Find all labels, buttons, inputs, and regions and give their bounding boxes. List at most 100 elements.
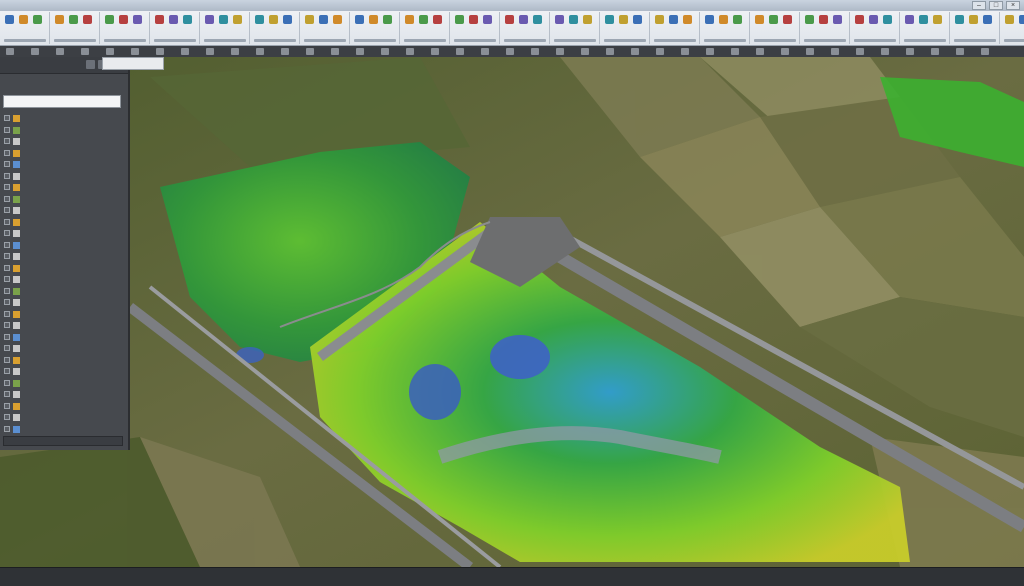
layer-item[interactable]	[4, 228, 124, 240]
toolbar-tool-icon[interactable]	[706, 48, 714, 55]
close-button[interactable]: ×	[1006, 1, 1020, 10]
toolbar-tool-icon[interactable]	[356, 48, 364, 55]
layer-visibility-checkbox[interactable]	[4, 172, 10, 179]
toolbar-tool-icon[interactable]	[506, 48, 514, 55]
toolbar-tool-icon[interactable]	[106, 48, 114, 55]
toolbar-tool-icon[interactable]	[306, 48, 314, 55]
toolbar-tool-icon[interactable]	[806, 48, 814, 55]
ribbon-tool-icon[interactable]	[1005, 15, 1014, 24]
layer-item[interactable]	[4, 343, 124, 355]
layer-visibility-checkbox[interactable]	[4, 126, 10, 133]
layer-item[interactable]	[4, 366, 124, 378]
ribbon-tool-icon[interactable]	[633, 15, 642, 24]
ribbon-group[interactable]	[252, 12, 300, 44]
ribbon-tool-icon[interactable]	[483, 15, 492, 24]
layer-item[interactable]	[4, 412, 124, 424]
ribbon-tool-icon[interactable]	[919, 15, 928, 24]
ribbon-tool-icon[interactable]	[283, 15, 292, 24]
layer-item[interactable]	[4, 263, 124, 275]
layer-visibility-checkbox[interactable]	[4, 264, 10, 271]
layer-visibility-checkbox[interactable]	[4, 391, 10, 397]
ribbon-tool-icon[interactable]	[705, 15, 714, 24]
ribbon-tool-icon[interactable]	[505, 15, 514, 24]
toolbar-tool-icon[interactable]	[481, 48, 489, 55]
ribbon-group[interactable]	[1002, 12, 1024, 44]
toolbar-tool-icon[interactable]	[206, 48, 214, 55]
layer-search-input[interactable]	[3, 95, 121, 108]
layer-visibility-checkbox[interactable]	[4, 299, 10, 305]
layer-item[interactable]	[4, 182, 124, 194]
ribbon-tool-icon[interactable]	[983, 15, 992, 24]
ribbon-tool-icon[interactable]	[5, 15, 14, 24]
layer-item[interactable]	[4, 297, 124, 309]
layer-item[interactable]	[4, 125, 124, 137]
toolbar-tool-icon[interactable]	[31, 48, 39, 55]
toolbar-tool-icon[interactable]	[131, 48, 139, 55]
layer-item[interactable]	[4, 251, 124, 263]
ribbon-tool-icon[interactable]	[655, 15, 664, 24]
layer-visibility-checkbox[interactable]	[4, 241, 10, 248]
layer-item[interactable]	[4, 113, 124, 125]
ribbon-tool-icon[interactable]	[719, 15, 728, 24]
ribbon-group[interactable]	[352, 12, 400, 44]
map-canvas[interactable]	[0, 57, 1024, 567]
toolbar-tool-icon[interactable]	[406, 48, 414, 55]
toolbar-tool-icon[interactable]	[556, 48, 564, 55]
toolbar-tool-icon[interactable]	[256, 48, 264, 55]
toolbar-tool-icon[interactable]	[81, 48, 89, 55]
layer-item[interactable]	[4, 320, 124, 332]
ribbon-tool-icon[interactable]	[969, 15, 978, 24]
toolbar-tool-icon[interactable]	[881, 48, 889, 55]
toolbar-tool-icon[interactable]	[56, 48, 64, 55]
layer-visibility-checkbox[interactable]	[4, 207, 10, 213]
layer-visibility-checkbox[interactable]	[4, 368, 10, 374]
layer-visibility-checkbox[interactable]	[4, 310, 10, 317]
layer-item[interactable]	[4, 355, 124, 367]
ribbon-tool-icon[interactable]	[133, 15, 142, 24]
layer-item[interactable]	[4, 136, 124, 148]
ribbon-tool-icon[interactable]	[383, 15, 392, 24]
ribbon-group[interactable]	[602, 12, 650, 44]
layer-item[interactable]	[4, 205, 124, 217]
layer-item[interactable]	[4, 159, 124, 171]
ribbon-group[interactable]	[402, 12, 450, 44]
ribbon-tool-icon[interactable]	[183, 15, 192, 24]
ribbon-tool-icon[interactable]	[683, 15, 692, 24]
layer-visibility-checkbox[interactable]	[4, 345, 10, 351]
ribbon-tool-icon[interactable]	[33, 15, 42, 24]
toolbar-tool-icon[interactable]	[681, 48, 689, 55]
ribbon-tool-icon[interactable]	[569, 15, 578, 24]
toolbar-tool-icon[interactable]	[331, 48, 339, 55]
ribbon-tool-icon[interactable]	[1019, 15, 1024, 24]
layer-visibility-checkbox[interactable]	[4, 230, 10, 236]
ribbon-tool-icon[interactable]	[833, 15, 842, 24]
ribbon-tool-icon[interactable]	[19, 15, 28, 24]
toolbar-tool-icon[interactable]	[981, 48, 989, 55]
ribbon-tool-icon[interactable]	[155, 15, 164, 24]
toolbar-tool-icon[interactable]	[906, 48, 914, 55]
layer-visibility-checkbox[interactable]	[4, 195, 10, 202]
layer-item[interactable]	[4, 424, 124, 436]
ribbon-tool-icon[interactable]	[869, 15, 878, 24]
ribbon-group[interactable]	[52, 12, 100, 44]
ribbon-group[interactable]	[852, 12, 900, 44]
ribbon-tool-icon[interactable]	[733, 15, 742, 24]
toolbar-tool-icon[interactable]	[731, 48, 739, 55]
layer-visibility-checkbox[interactable]	[4, 276, 10, 282]
toolbar-tool-icon[interactable]	[431, 48, 439, 55]
ribbon-group[interactable]	[102, 12, 150, 44]
layer-visibility-checkbox[interactable]	[4, 402, 10, 409]
ribbon-tool-icon[interactable]	[669, 15, 678, 24]
toolbar-tool-icon[interactable]	[831, 48, 839, 55]
ribbon-tool-icon[interactable]	[305, 15, 314, 24]
ribbon-tool-icon[interactable]	[855, 15, 864, 24]
layer-item[interactable]	[4, 389, 124, 401]
ribbon-tool-icon[interactable]	[83, 15, 92, 24]
layer-visibility-checkbox[interactable]	[4, 253, 10, 259]
ribbon-tool-icon[interactable]	[433, 15, 442, 24]
ribbon-group[interactable]	[702, 12, 750, 44]
ribbon-tool-icon[interactable]	[255, 15, 264, 24]
toolbar-tool-icon[interactable]	[606, 48, 614, 55]
ribbon-tool-icon[interactable]	[519, 15, 528, 24]
layer-item[interactable]	[4, 148, 124, 160]
